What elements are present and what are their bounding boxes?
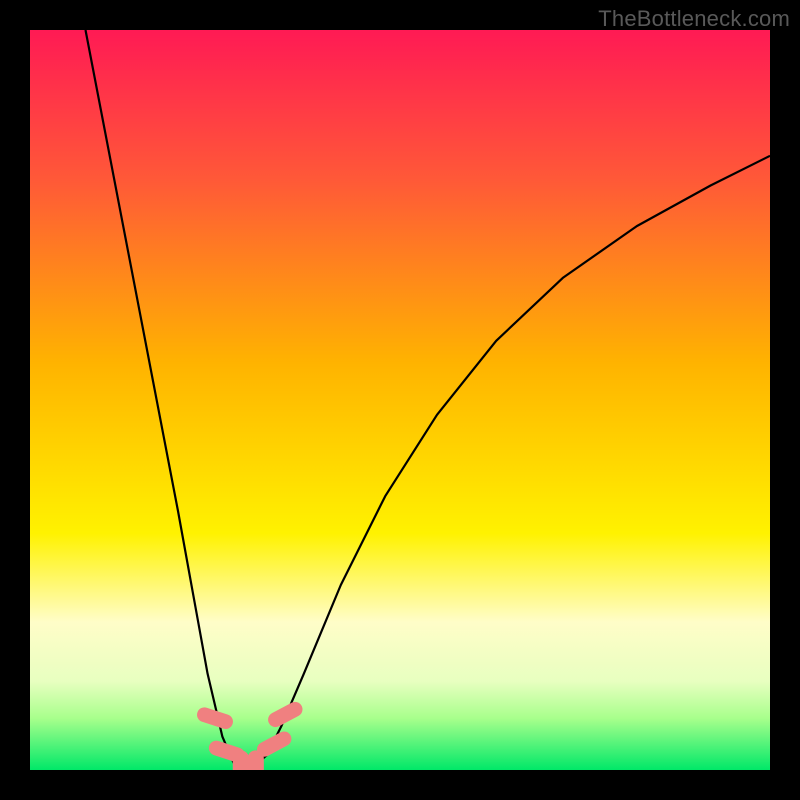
markers-layer bbox=[30, 30, 770, 770]
chart-container: TheBottleneck.com bbox=[0, 0, 800, 800]
plot-area bbox=[30, 30, 770, 770]
marker-0 bbox=[195, 705, 235, 731]
marker-2 bbox=[233, 750, 249, 770]
marker-5 bbox=[265, 699, 305, 729]
watermark-text: TheBottleneck.com bbox=[598, 6, 790, 32]
marker-4 bbox=[254, 729, 294, 759]
